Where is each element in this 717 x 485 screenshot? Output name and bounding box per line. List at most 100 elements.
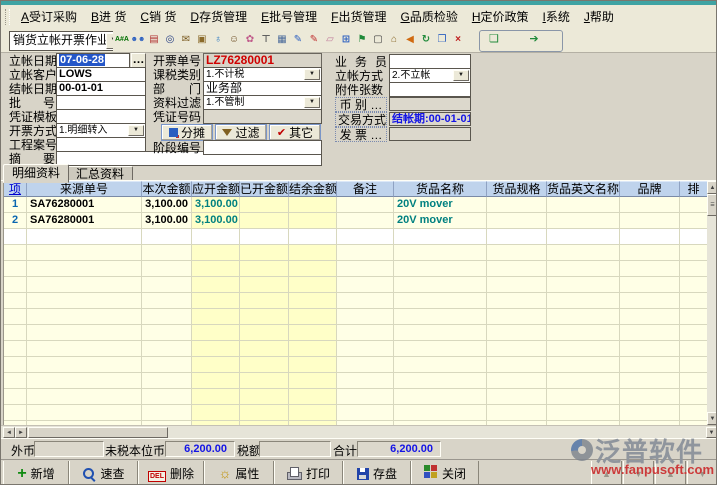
table-cell[interactable] [620, 357, 680, 373]
table-cell[interactable] [289, 325, 337, 341]
table-cell[interactable] [547, 309, 620, 325]
table-cell[interactable] [289, 277, 337, 293]
table-cell[interactable] [337, 389, 394, 405]
table-cell[interactable] [142, 261, 192, 277]
table-row[interactable] [4, 309, 708, 325]
table-cell[interactable] [240, 229, 289, 245]
customer-field[interactable]: LOWS [56, 67, 146, 82]
table-cell[interactable] [142, 229, 192, 245]
table-cell[interactable] [487, 309, 547, 325]
table-row[interactable]: 1SA762800013,100.003,100.0020V mover [4, 197, 708, 213]
table-cell[interactable] [680, 245, 708, 261]
table-cell[interactable] [620, 373, 680, 389]
batch-no-field[interactable] [56, 95, 146, 110]
column-header[interactable]: 备注 [337, 181, 394, 197]
table-cell[interactable] [289, 245, 337, 261]
table-cell[interactable] [142, 325, 192, 341]
table-cell[interactable] [240, 213, 289, 229]
table-cell[interactable] [27, 261, 142, 277]
table-cell[interactable] [142, 405, 192, 421]
menu-item[interactable]: J帮助 [577, 6, 621, 28]
table-cell[interactable] [394, 341, 487, 357]
project-no-field[interactable] [56, 137, 146, 152]
table-cell[interactable] [289, 293, 337, 309]
table-cell[interactable] [142, 357, 192, 373]
close-button[interactable]: 关闭 [411, 461, 479, 485]
table-cell[interactable] [27, 357, 142, 373]
table-cell[interactable] [240, 325, 289, 341]
menu-grip[interactable] [5, 9, 10, 25]
vertical-scroll-thumb[interactable]: ☰ [707, 194, 717, 216]
table-cell[interactable] [487, 341, 547, 357]
table-cell[interactable] [487, 277, 547, 293]
tab-detail[interactable]: 明细资料 [3, 164, 69, 183]
column-header[interactable]: 排 [680, 181, 708, 197]
table-cell[interactable] [680, 325, 708, 341]
data-filter-combo[interactable]: 1.不管制 ▼ [203, 95, 322, 110]
table-cell[interactable] [27, 325, 142, 341]
table-cell[interactable] [192, 229, 240, 245]
table-cell[interactable] [4, 325, 27, 341]
entry-date-ellipsis-button[interactable]: … [131, 53, 146, 68]
table-cell[interactable] [192, 373, 240, 389]
table-cell[interactable] [487, 293, 547, 309]
new-button[interactable]: 新增 [3, 461, 69, 485]
table-cell[interactable] [240, 245, 289, 261]
split-button[interactable]: 分摊 [161, 124, 213, 141]
table-cell[interactable] [240, 293, 289, 309]
salesman-field[interactable] [389, 54, 471, 69]
table-cell[interactable] [240, 405, 289, 421]
table-cell[interactable]: 1 [4, 197, 27, 213]
table-cell[interactable] [620, 261, 680, 277]
table-cell[interactable] [4, 229, 27, 245]
menu-item[interactable]: I系统 [536, 6, 577, 28]
table-cell[interactable] [337, 245, 394, 261]
table-row[interactable]: 2SA762800013,100.003,100.0020V mover [4, 213, 708, 229]
table-cell[interactable] [337, 341, 394, 357]
table-row[interactable] [4, 341, 708, 357]
table-cell[interactable] [547, 373, 620, 389]
table-cell[interactable] [27, 229, 142, 245]
table-cell[interactable]: 3,100.00 [192, 213, 240, 229]
close-x-icon[interactable]: × [449, 31, 467, 51]
chevron-down-icon[interactable]: ▼ [453, 70, 469, 81]
table-cell[interactable] [680, 389, 708, 405]
table-cell[interactable] [620, 229, 680, 245]
table-cell[interactable] [547, 389, 620, 405]
column-header[interactable]: 已开金额 [240, 181, 289, 197]
row-down-arrow-button[interactable]: ▼ [687, 461, 717, 485]
table-cell[interactable] [240, 277, 289, 293]
tax-type-combo[interactable]: 1.不计税 ▼ [203, 67, 322, 82]
table-row[interactable] [4, 277, 708, 293]
table-cell[interactable] [620, 309, 680, 325]
table-cell[interactable] [680, 309, 708, 325]
table-cell[interactable] [4, 389, 27, 405]
table-cell[interactable] [337, 229, 394, 245]
table-cell[interactable] [337, 277, 394, 293]
table-cell[interactable] [547, 229, 620, 245]
table-cell[interactable] [394, 277, 487, 293]
table-cell[interactable] [192, 309, 240, 325]
currency-field[interactable] [389, 97, 471, 111]
table-cell[interactable] [142, 309, 192, 325]
table-row[interactable] [4, 373, 708, 389]
table-cell[interactable] [289, 213, 337, 229]
table-cell[interactable] [680, 261, 708, 277]
table-cell[interactable] [192, 341, 240, 357]
table-cell[interactable] [27, 245, 142, 261]
table-cell[interactable] [680, 373, 708, 389]
screen-selector-combo[interactable]: 销货立帐开票作业 ▼ [9, 31, 123, 51]
table-cell[interactable] [4, 405, 27, 421]
table-cell[interactable] [394, 245, 487, 261]
properties-button[interactable]: 属性 [204, 461, 274, 485]
table-cell[interactable] [680, 197, 708, 213]
table-cell[interactable] [547, 197, 620, 213]
row-down-arrow-button[interactable]: ▼ [623, 461, 654, 485]
table-cell[interactable] [394, 389, 487, 405]
table-cell[interactable] [620, 197, 680, 213]
horizontal-scrollbar[interactable]: ◄ ► ▼ [1, 425, 717, 439]
table-cell[interactable] [289, 229, 337, 245]
table-cell[interactable] [487, 357, 547, 373]
table-cell[interactable] [240, 341, 289, 357]
table-cell[interactable]: 3,100.00 [192, 197, 240, 213]
